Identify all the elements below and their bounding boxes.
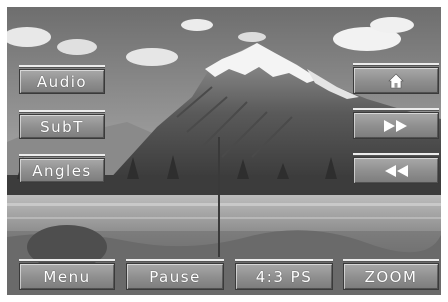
fast-forward-button[interactable] [353,112,439,139]
aspect-ratio-button-label: 4:3 PS [255,267,313,286]
angles-button[interactable]: Angles [19,158,105,183]
audio-button-label: Audio [36,72,88,91]
audio-button[interactable]: Audio [19,69,105,94]
video-screen: Audio SubT Angles Menu Pause 4:3 PS ZOOM [7,7,441,295]
pause-button-label: Pause [149,267,201,286]
menu-button[interactable]: Menu [19,263,115,290]
zoom-button-label: ZOOM [364,267,418,286]
menu-button-label: Menu [43,267,91,286]
aspect-ratio-button[interactable]: 4:3 PS [235,263,333,290]
rewind-button[interactable] [353,157,439,184]
subtitle-button-label: SubT [40,117,84,136]
home-icon [388,73,404,88]
angles-button-top-rule [19,154,105,157]
fast-forward-icon [384,119,407,132]
aspect-button-top-rule [235,259,333,262]
home-button-top-rule [353,63,439,66]
audio-button-top-rule [19,65,105,68]
zoom-button[interactable]: ZOOM [343,263,439,290]
menu-button-top-rule [19,259,115,262]
rewind-icon [385,164,408,177]
rewind-button-top-rule [353,153,439,156]
zoom-button-top-rule [343,259,439,262]
pause-button-top-rule [126,259,224,262]
forward-button-top-rule [353,108,439,111]
mountain-lake-background [7,7,441,295]
home-button[interactable] [353,67,439,94]
pause-button[interactable]: Pause [126,263,224,290]
subtitle-button[interactable]: SubT [19,114,105,139]
subtitle-button-top-rule [19,110,105,113]
angles-button-label: Angles [32,161,92,180]
